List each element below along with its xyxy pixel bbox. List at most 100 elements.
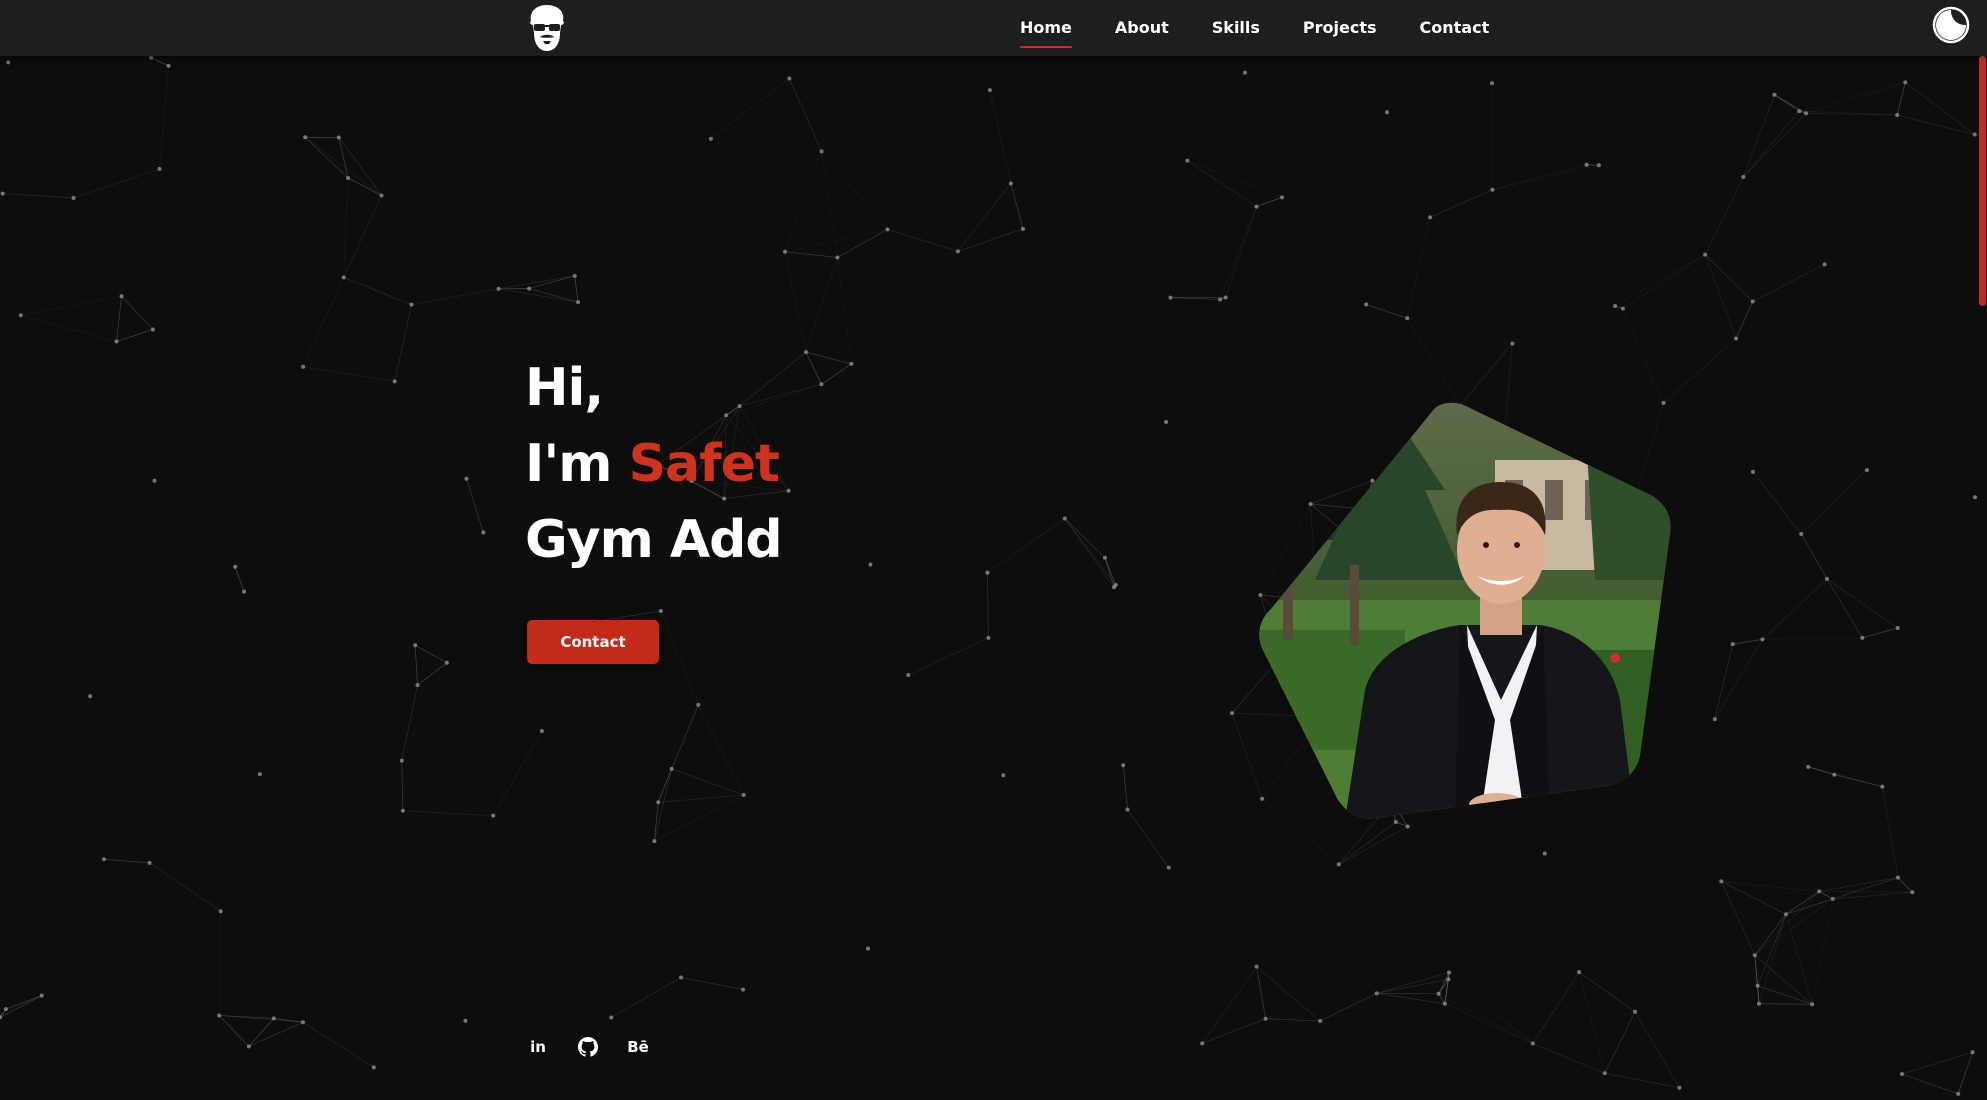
particle-node	[1577, 970, 1582, 975]
particle-link	[1438, 993, 1533, 1044]
particle-link	[150, 57, 160, 170]
particle-link	[116, 329, 154, 342]
social-links: in Bē	[527, 1036, 677, 1058]
top-navbar: Home About Skills Projects Contact	[0, 0, 1987, 56]
particle-link	[1220, 197, 1282, 299]
particle-node	[1970, 1050, 1975, 1055]
particle-link	[343, 177, 349, 278]
particle-node	[1750, 469, 1755, 474]
scrollbar-thumb[interactable]	[1979, 56, 1986, 306]
particle-link	[402, 810, 494, 817]
particle-link	[248, 1018, 275, 1047]
nav-menu: Home About Skills Projects Contact	[1020, 0, 1532, 56]
nav-contact[interactable]: Contact	[1420, 0, 1490, 56]
particle-node	[413, 643, 418, 648]
particle-node	[218, 909, 223, 914]
particle-node	[1263, 1016, 1268, 1021]
particle-link	[248, 1021, 304, 1047]
particle-node	[392, 379, 397, 384]
particle-link	[1826, 578, 1863, 639]
behance-icon[interactable]: Bē	[627, 1036, 649, 1058]
particle-link	[116, 296, 122, 342]
nav-about[interactable]: About	[1115, 0, 1169, 56]
particle-link	[1901, 1073, 1959, 1095]
particle-node	[341, 275, 346, 280]
particle-node	[1903, 80, 1908, 85]
particle-link	[394, 304, 412, 382]
particle-node	[1510, 341, 1515, 346]
particle-node	[572, 273, 577, 278]
particle-link	[1444, 979, 1449, 1004]
particle-node	[1490, 187, 1495, 192]
particle-link	[784, 151, 822, 252]
particle-link	[1376, 992, 1445, 1005]
particle-node	[819, 382, 824, 387]
nav-skills[interactable]: Skills	[1212, 0, 1260, 56]
particle-link	[1492, 164, 1599, 191]
particle-node	[303, 135, 308, 140]
particle-link	[1187, 72, 1246, 161]
particle-node	[1166, 865, 1171, 870]
particle-link	[1122, 765, 1128, 810]
particle-node	[539, 728, 544, 733]
particle-link	[159, 65, 169, 170]
github-icon[interactable]	[577, 1036, 599, 1058]
particle-link	[1896, 82, 1906, 116]
particle-link	[1338, 821, 1397, 865]
particle-node	[1602, 1071, 1607, 1076]
behance-label: Bē	[627, 1038, 649, 1056]
particle-link	[788, 384, 822, 491]
particle-link	[1757, 985, 1813, 1005]
particle-node	[669, 766, 674, 771]
particle-node	[652, 839, 657, 844]
particle-node	[242, 589, 247, 594]
particle-link	[660, 610, 699, 706]
particle-node	[696, 702, 701, 707]
particle-link	[20, 314, 117, 342]
linkedin-icon[interactable]: in	[527, 1036, 549, 1058]
particle-node	[1164, 420, 1169, 425]
particle-link	[304, 137, 349, 179]
particle-link	[73, 197, 122, 297]
particle-node	[1750, 299, 1755, 304]
particle-link	[1256, 966, 1321, 1022]
hero-greeting: Hi,	[525, 358, 604, 418]
particle-link	[498, 275, 575, 290]
logo-icon[interactable]	[525, 3, 569, 53]
particle-node	[1620, 306, 1625, 311]
particle-link	[1832, 891, 1913, 900]
particle-node	[1712, 717, 1717, 722]
particle-link	[1957, 1052, 1973, 1095]
particle-link	[1762, 533, 1802, 640]
contact-button[interactable]: Contact	[527, 620, 659, 664]
particle-node	[149, 55, 154, 60]
particle-node	[1254, 204, 1259, 209]
particle-link	[1010, 183, 1024, 229]
particle-link	[73, 168, 160, 199]
particle-node	[987, 88, 992, 93]
particle-node	[371, 1065, 376, 1070]
particle-node	[1772, 92, 1777, 97]
nav-home[interactable]: Home	[1020, 0, 1072, 56]
particle-node	[1899, 1071, 1904, 1076]
particle-node	[1824, 576, 1829, 581]
particle-link	[373, 1020, 466, 1068]
particle-link	[1826, 578, 1898, 629]
particle-link	[821, 363, 852, 385]
particle-node	[786, 488, 791, 493]
particle-link	[149, 862, 221, 912]
particle-node	[463, 1018, 468, 1023]
particle-link	[1762, 637, 1863, 640]
nav-projects[interactable]: Projects	[1303, 0, 1377, 56]
moon-icon[interactable]	[1931, 5, 1971, 45]
particle-node	[409, 302, 414, 307]
particle-node	[658, 609, 663, 614]
particle-link	[1705, 255, 1825, 265]
particle-link	[1704, 176, 1744, 255]
particle-node	[885, 227, 890, 232]
particle-node	[336, 135, 341, 140]
particle-node	[1817, 889, 1822, 894]
particle-link	[784, 251, 807, 353]
particle-link	[1614, 305, 1664, 404]
particle-link	[837, 257, 852, 364]
